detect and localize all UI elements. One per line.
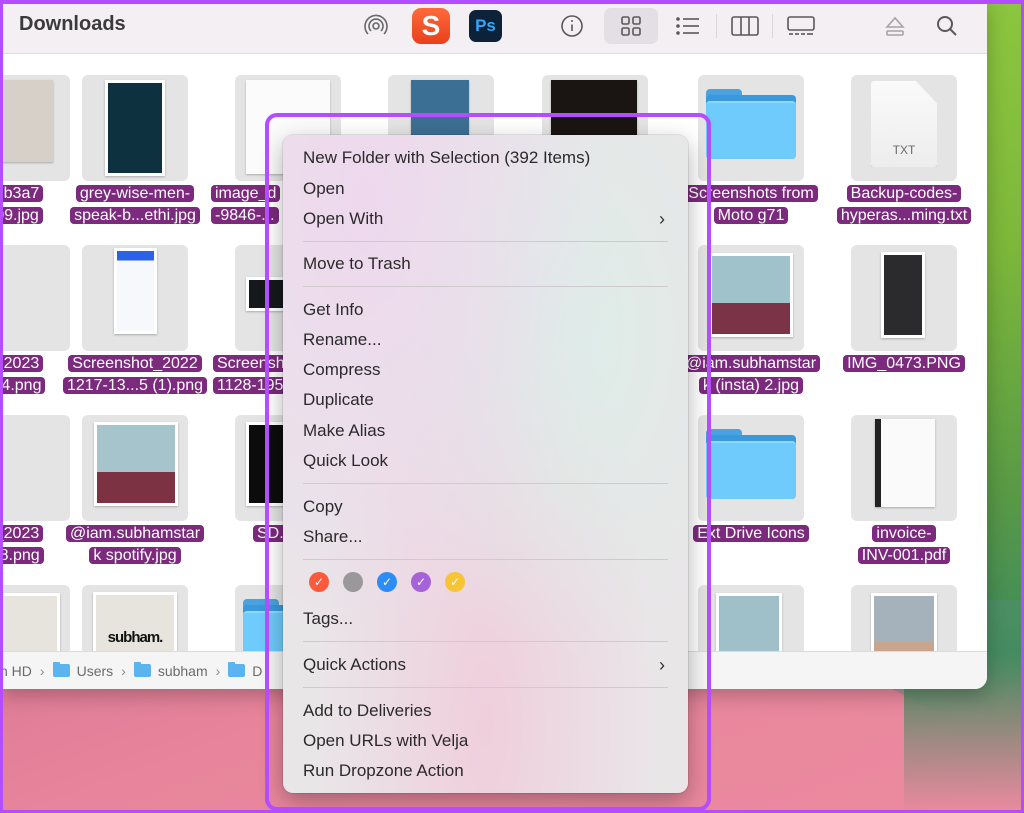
image-thumbnail: [114, 248, 157, 334]
chevron-right-icon: ›: [659, 209, 665, 229]
toolbar-divider: [772, 14, 773, 38]
menu-item-move-to-trash[interactable]: Move to Trash: [303, 250, 669, 278]
image-thumbnail: [0, 80, 53, 162]
downloads-folder-icon: [228, 662, 246, 677]
image-thumbnail: [0, 593, 60, 651]
menu-item-compress[interactable]: Compress: [303, 356, 669, 384]
tag-yellow-checked[interactable]: ✓: [445, 572, 465, 592]
image-thumbnail: [871, 593, 937, 651]
tag-gray[interactable]: [343, 572, 363, 592]
file-label: @iam.subhamstar k spotify.jpg: [48, 523, 222, 567]
tag-color-row: ✓ ✓ ✓ ✓: [309, 572, 465, 592]
home-folder-icon: [133, 662, 151, 677]
menu-separator: [303, 241, 668, 242]
menu-item-duplicate[interactable]: Duplicate: [303, 386, 669, 414]
menu-item-new-folder-with-selection[interactable]: New Folder with Selection (392 Items): [303, 144, 669, 172]
menu-item-quick-actions[interactable]: Quick Actions ›: [303, 651, 669, 679]
file-label: Backup-codes-hyperas...ming.txt: [817, 183, 987, 227]
path-crumb-downloads[interactable]: D: [228, 662, 262, 679]
path-crumb-disk[interactable]: h HD: [0, 663, 32, 679]
toolbar: Downloads S Ps: [0, 0, 987, 54]
list-view-icon[interactable]: [671, 9, 705, 43]
photoshop-app-icon[interactable]: Ps: [469, 10, 502, 42]
menu-item-add-to-deliveries[interactable]: Add to Deliveries: [303, 697, 669, 725]
tag-purple-checked[interactable]: ✓: [411, 572, 431, 592]
file-label: invoice- INV-001.pdf: [817, 523, 987, 567]
menu-separator: [303, 559, 668, 560]
thumbnail-bg: [0, 415, 70, 521]
tag-red-checked[interactable]: ✓: [309, 572, 329, 592]
path-chevron-icon: ›: [121, 662, 126, 679]
image-thumbnail: [94, 422, 178, 506]
toolbar-divider: [716, 14, 717, 38]
tag-blue-checked[interactable]: ✓: [377, 572, 397, 592]
image-thumbnail: [709, 253, 793, 337]
grid-icon: [621, 16, 641, 36]
file-label: IMG_0473.PNG: [817, 353, 987, 375]
file-label: Screenshot_2022 1217-13...5 (1).png: [48, 353, 222, 397]
menu-item-open-with[interactable]: Open With ›: [303, 205, 669, 233]
window-title: Downloads: [19, 13, 126, 35]
text-document-icon: TXT: [871, 81, 937, 167]
search-icon[interactable]: [930, 9, 964, 43]
path-crumb-home[interactable]: subham: [133, 662, 208, 679]
menu-separator: [303, 641, 668, 642]
menu-separator: [303, 483, 668, 484]
path-chevron-icon: ›: [215, 662, 221, 679]
icon-view-button[interactable]: [604, 8, 658, 44]
menu-item-copy[interactable]: Copy: [303, 493, 669, 521]
menu-separator: [303, 286, 668, 287]
column-view-icon[interactable]: [728, 9, 762, 43]
folder-icon: [706, 429, 796, 499]
path-crumb-users[interactable]: Users: [52, 662, 113, 679]
path-chevron-icon: ›: [39, 662, 45, 679]
info-icon[interactable]: [555, 9, 589, 43]
image-thumbnail: [551, 80, 637, 140]
menu-item-make-alias[interactable]: Make Alias: [303, 417, 669, 445]
image-thumbnail: [105, 80, 165, 176]
context-menu: New Folder with Selection (392 Items) Op…: [283, 135, 688, 793]
folder-icon: [52, 662, 70, 677]
menu-separator: [303, 687, 668, 688]
eject-icon[interactable]: [878, 9, 912, 43]
pdf-thumbnail: [875, 419, 935, 507]
folder-icon: [706, 89, 796, 159]
menu-item-open-urls-with-velja[interactable]: Open URLs with Velja: [303, 727, 669, 755]
file-label: grey-wise-men-speak-b...ethi.jpg: [48, 183, 222, 227]
file-label: Screenshots from Moto g71: [664, 183, 838, 227]
menu-item-share[interactable]: Share...: [303, 523, 669, 551]
menu-item-quick-look[interactable]: Quick Look: [303, 447, 669, 475]
thumbnail-bg: [0, 245, 70, 351]
image-thumbnail: subham.: [93, 592, 177, 651]
smallpdf-app-icon[interactable]: S: [412, 8, 450, 44]
chevron-right-icon: ›: [659, 655, 665, 675]
menu-item-rename[interactable]: Rename...: [303, 326, 669, 354]
file-label: Ext Drive Icons: [664, 523, 838, 545]
file-label: @iam.subhamstar k (insta) 2.jpg: [664, 353, 838, 397]
gallery-view-icon[interactable]: [784, 9, 818, 43]
image-thumbnail: [411, 80, 469, 140]
image-thumbnail: [716, 593, 782, 651]
airdrop-icon[interactable]: [359, 9, 393, 43]
menu-item-tags[interactable]: Tags...: [303, 605, 669, 633]
menu-item-get-info[interactable]: Get Info: [303, 296, 669, 324]
menu-item-open[interactable]: Open: [303, 175, 669, 203]
menu-item-run-dropzone-action[interactable]: Run Dropzone Action: [303, 757, 669, 785]
image-thumbnail: [881, 252, 925, 338]
